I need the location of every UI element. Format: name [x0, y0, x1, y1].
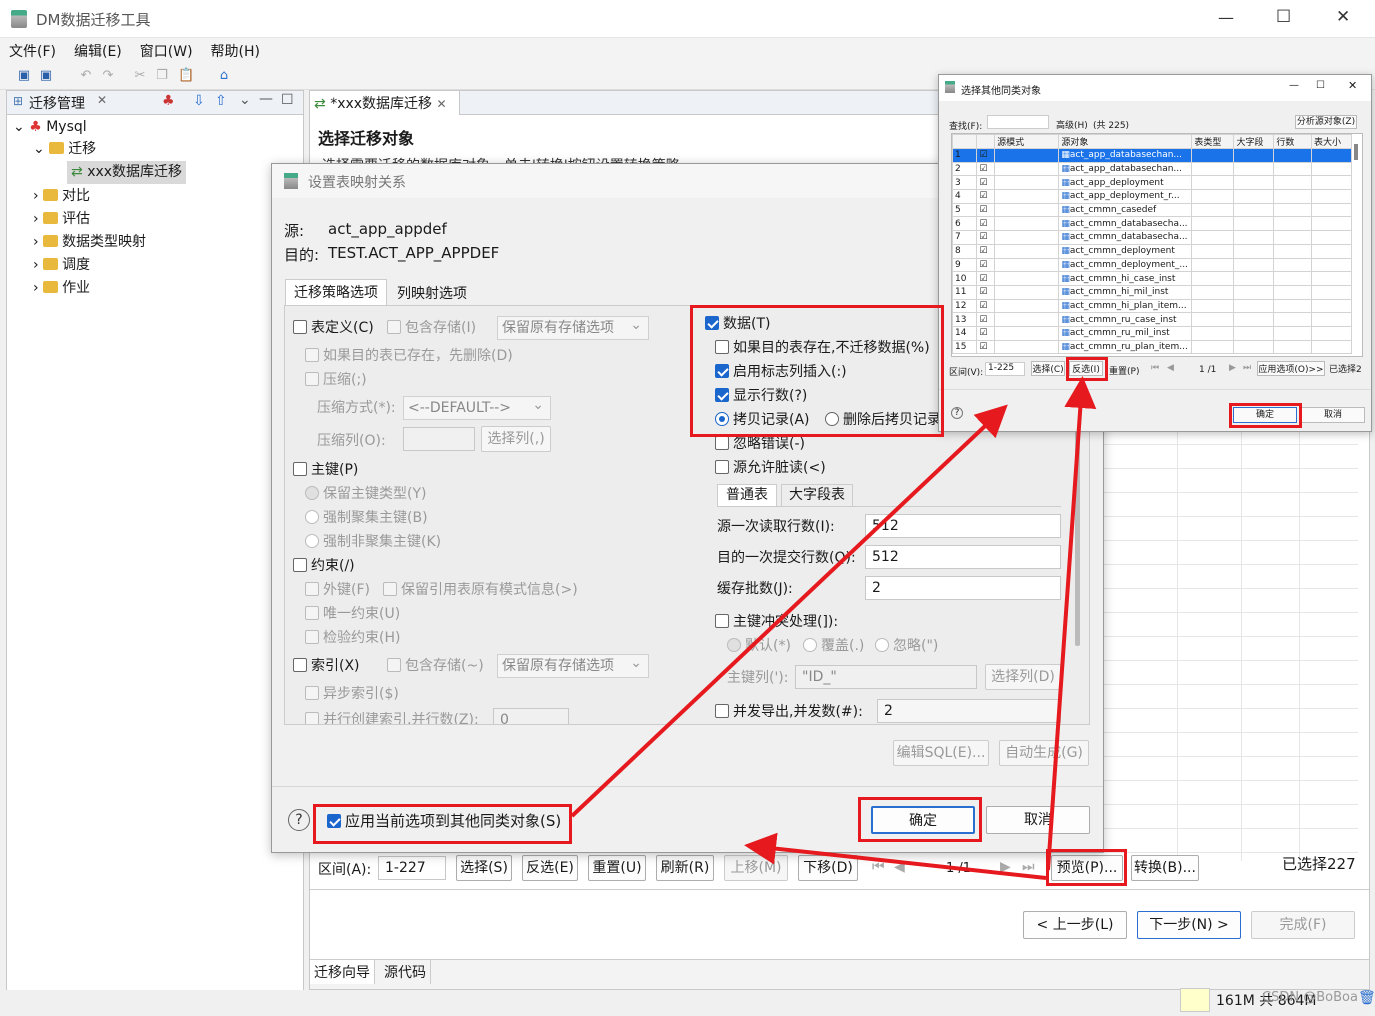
- arrow-ok-to-popup: [1046, 376, 1097, 871]
- arrow-preview-to-dialog: [744, 832, 1047, 880]
- arrow-apply-to-popup: [570, 404, 1008, 818]
- annotation-arrows: [570, 376, 1097, 880]
